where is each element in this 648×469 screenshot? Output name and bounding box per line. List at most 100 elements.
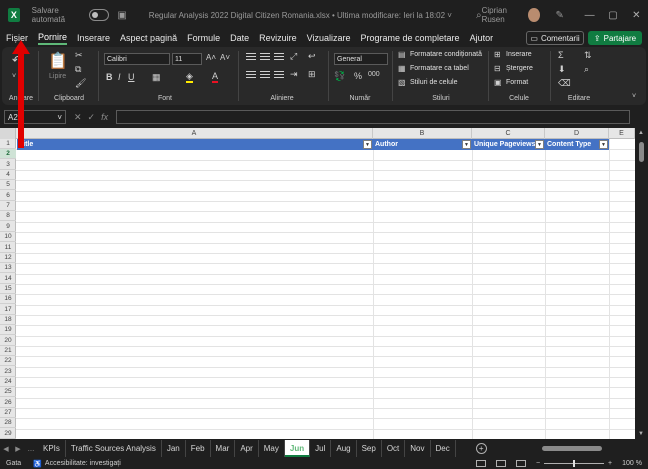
row-header[interactable]: 13: [0, 263, 16, 274]
column-header[interactable]: B: [373, 128, 472, 139]
number-format-select[interactable]: General: [334, 53, 388, 65]
font-name-select[interactable]: Calibri: [104, 53, 170, 65]
sheet-tab-kpis[interactable]: KPIs: [38, 440, 66, 457]
table-header-unique-pageviews[interactable]: Unique Pageviews ▼: [472, 139, 545, 150]
row-header[interactable]: 23: [0, 367, 16, 377]
more-sheets-icon[interactable]: ...: [24, 444, 38, 453]
tab-add-ins[interactable]: Programe de completare: [361, 33, 460, 44]
document-title[interactable]: Regular Analysis 2022 Digital Citizen Ro…: [149, 11, 452, 20]
table-header-author[interactable]: Author ▼: [373, 139, 472, 150]
sheet-tab-traffic-sources[interactable]: Traffic Sources Analysis: [66, 440, 162, 457]
pen-icon[interactable]: ✎: [556, 10, 564, 21]
table-header-title[interactable]: Title ▼: [17, 139, 373, 150]
copy-icon[interactable]: ⧉: [75, 64, 81, 75]
sheet-tab-aug[interactable]: Aug: [331, 440, 357, 457]
zoom-slider[interactable]: [544, 460, 605, 467]
row-header[interactable]: 15: [0, 284, 16, 294]
row-header[interactable]: 7: [0, 201, 16, 212]
row-header[interactable]: 16: [0, 294, 16, 305]
borders-icon[interactable]: ▦: [152, 72, 161, 83]
row-header[interactable]: 18: [0, 315, 16, 325]
fill-icon[interactable]: ⬇: [558, 64, 566, 75]
row-header[interactable]: 17: [0, 305, 16, 315]
row-header[interactable]: 5: [0, 180, 16, 191]
paste-label[interactable]: Lipire: [49, 73, 66, 80]
scroll-down-icon[interactable]: ▼: [638, 431, 644, 437]
row-header[interactable]: 3: [0, 160, 16, 170]
minimize-button[interactable]: —: [578, 10, 601, 21]
row-header[interactable]: 10: [0, 232, 16, 243]
tab-view[interactable]: Vizualizare: [307, 33, 351, 44]
autosum-icon[interactable]: Σ: [558, 50, 564, 60]
tab-page-layout[interactable]: Aspect pagină: [120, 33, 177, 44]
horizontal-scroll-thumb[interactable]: [542, 446, 602, 451]
align-left-icon[interactable]: [246, 71, 256, 79]
accessibility-icon[interactable]: ♿: [33, 460, 42, 468]
row-header[interactable]: 22: [0, 356, 16, 367]
row-header[interactable]: 6: [0, 191, 16, 201]
insert-function-icon[interactable]: fx: [101, 112, 108, 123]
table-header-content-type[interactable]: Content Type ▼: [545, 139, 609, 150]
horizontal-scrollbar[interactable]: [538, 444, 648, 453]
tab-formulas[interactable]: Formule: [187, 33, 220, 44]
delete-cells-button[interactable]: Ștergere: [506, 65, 533, 72]
font-size-select[interactable]: 11: [172, 53, 202, 65]
sheet-tab-may[interactable]: May: [259, 440, 285, 457]
next-sheet-icon[interactable]: ▶: [12, 445, 24, 453]
accessibility-status[interactable]: Accesibilitate: investigați: [45, 460, 121, 467]
row-header[interactable]: 12: [0, 253, 16, 263]
scroll-thumb[interactable]: [639, 142, 644, 162]
insert-cells-button[interactable]: Inserare: [506, 51, 532, 58]
share-button[interactable]: ⇪ Partajare: [588, 31, 642, 45]
column-header[interactable]: A: [16, 128, 373, 139]
row-header[interactable]: 11: [0, 243, 16, 253]
sheet-tab-mar[interactable]: Mar: [211, 440, 236, 457]
row-header[interactable]: 25: [0, 387, 16, 398]
filter-dropdown-icon[interactable]: ▼: [535, 140, 544, 149]
tab-help[interactable]: Ajutor: [470, 33, 494, 44]
row-header[interactable]: 26: [0, 398, 16, 408]
spreadsheet-grid[interactable]: A B C D E 1 2 3 4 5 6 7 8 9 10 11 12 13 14 15 16 17 18 19 2…: [0, 128, 635, 439]
collapse-ribbon-icon[interactable]: ˅: [632, 93, 636, 100]
sheet-tab-feb[interactable]: Feb: [186, 440, 211, 457]
sheet-tab-oct[interactable]: Oct: [382, 440, 406, 457]
row-header[interactable]: 9: [0, 222, 16, 232]
sheet-tab-dec[interactable]: Dec: [431, 440, 456, 457]
row-header[interactable]: 20: [0, 336, 16, 346]
merge-center-icon[interactable]: ⊞: [308, 69, 316, 80]
tab-data[interactable]: Date: [230, 33, 249, 44]
row-header[interactable]: 24: [0, 377, 16, 388]
orientation-icon[interactable]: ⤢: [290, 51, 297, 62]
close-button[interactable]: ✕: [625, 10, 648, 21]
cell-styles-button[interactable]: Stiluri de celule: [410, 79, 457, 86]
clear-icon[interactable]: ⌫: [558, 78, 571, 89]
filter-dropdown-icon[interactable]: ▼: [363, 140, 372, 149]
sort-filter-icon[interactable]: ⇅: [584, 50, 592, 61]
decrease-font-icon[interactable]: A˅: [220, 53, 230, 62]
align-right-icon[interactable]: [274, 71, 284, 79]
page-layout-view-icon[interactable]: [495, 460, 506, 467]
comments-button[interactable]: ▭ Comentarii: [526, 31, 584, 45]
zoom-out-icon[interactable]: −: [536, 460, 540, 467]
format-painter-icon[interactable]: 🖌: [75, 78, 86, 89]
align-center-icon[interactable]: [260, 71, 270, 79]
underline-icon[interactable]: U: [128, 72, 135, 82]
sheet-tab-jul[interactable]: Jul: [310, 440, 332, 457]
comma-style-icon[interactable]: 000: [368, 71, 380, 78]
tab-review[interactable]: Revizuire: [259, 33, 297, 44]
prev-sheet-icon[interactable]: ◀: [0, 445, 12, 453]
format-cells-button[interactable]: Format: [506, 79, 528, 86]
filter-dropdown-icon[interactable]: ▼: [599, 140, 608, 149]
row-header[interactable]: 2: [0, 149, 16, 160]
row-header[interactable]: 21: [0, 346, 16, 356]
vertical-scrollbar[interactable]: ▲ ▼: [635, 128, 648, 439]
tab-home[interactable]: Pornire: [38, 32, 68, 45]
conditional-formatting-button[interactable]: Formatare condiționată: [410, 51, 482, 58]
format-as-table-button[interactable]: Formatare ca tabel: [410, 65, 469, 72]
zoom-level[interactable]: 100 %: [622, 460, 642, 467]
currency-icon[interactable]: 💱: [334, 71, 345, 82]
row-header[interactable]: 14: [0, 274, 16, 284]
sheet-tab-apr[interactable]: Apr: [235, 440, 259, 457]
sheet-tab-nov[interactable]: Nov: [405, 440, 431, 457]
italic-icon[interactable]: I: [118, 72, 121, 82]
